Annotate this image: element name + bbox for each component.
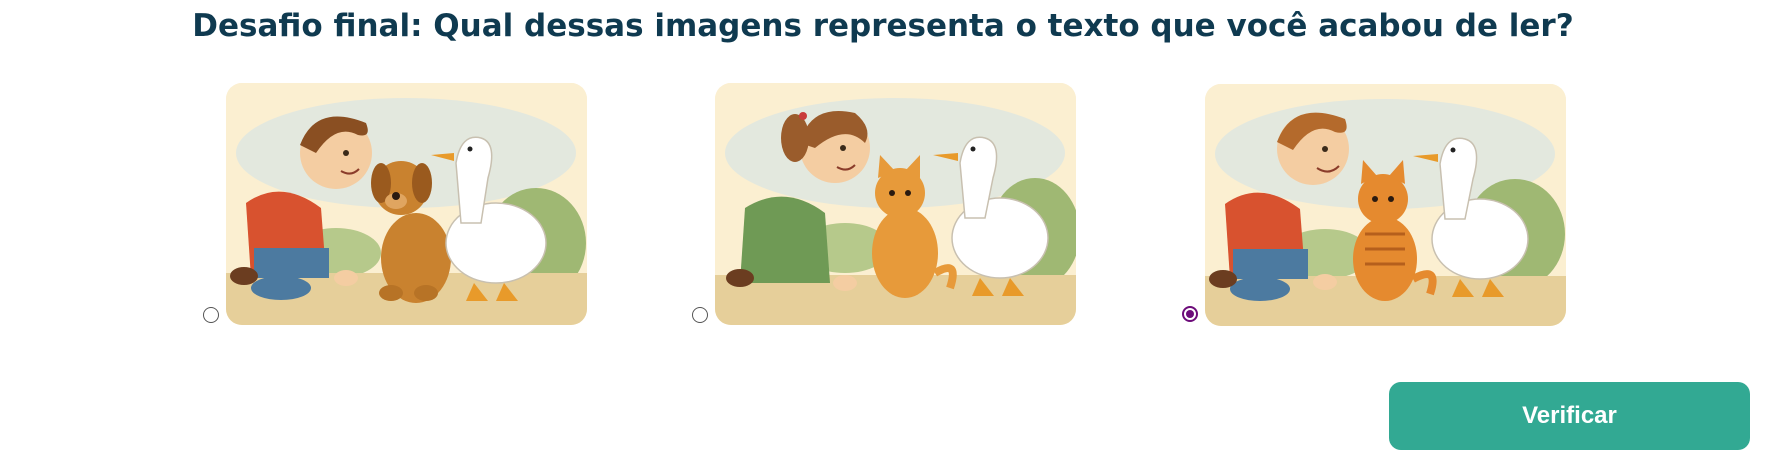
option-2-image[interactable] [715,83,1076,325]
option-2-radio[interactable] [692,307,708,323]
option-1-radio[interactable] [203,307,219,323]
quiz-page: Desafio final: Qual dessas imagens repre… [0,0,1766,467]
question-title: Desafio final: Qual dessas imagens repre… [192,8,1574,44]
verify-button[interactable]: Verificar [1389,382,1750,450]
option-1-image[interactable] [226,83,587,325]
option-3-radio[interactable] [1182,306,1198,322]
option-3-image[interactable] [1205,84,1566,326]
